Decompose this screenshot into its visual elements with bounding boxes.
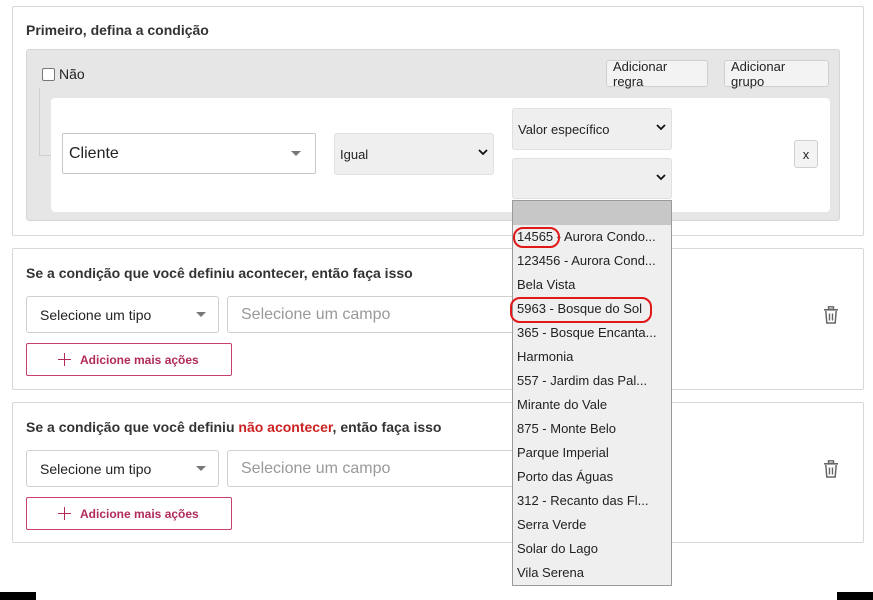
trash-icon[interactable] [823,306,839,324]
plus-icon [58,507,71,520]
operator-value: Igual [340,146,369,162]
add-actions-button[interactable]: Adicione mais ações [26,343,232,376]
action-field-placeholder: Selecione um campo [241,305,391,323]
add-rule-button[interactable]: Adicionar regra [606,59,708,89]
else-title-prefix: Se a condição que você definiu [26,419,239,435]
dropdown-option[interactable]: Solar do Lago [513,537,671,561]
not-label: Não [59,66,85,82]
else-title-highlight: não acontecer [238,419,333,435]
checkbox-box[interactable] [42,67,55,81]
action-type-select[interactable]: Selecione um tipo [26,296,219,333]
dropdown-option[interactable]: 312 - Recanto das Fl... [513,489,671,513]
dropdown-option[interactable]: Harmonia [513,345,671,369]
annotation-circle [510,297,652,323]
else-title: Se a condição que você definiu não acont… [26,419,441,435]
dropdown-option[interactable]: Serra Verde [513,513,671,537]
dropdown-option[interactable]: 875 - Monte Belo [513,417,671,441]
dropdown-option[interactable]: Vila Serena [513,561,671,585]
dropdown-option[interactable]: Parque Imperial [513,441,671,465]
not-checkbox[interactable]: Não [42,66,85,82]
chevron-down-icon [656,172,666,182]
action-field-input[interactable]: Selecione um campo [227,450,517,487]
add-actions-button[interactable]: Adicione mais ações [26,497,232,530]
value-type-select[interactable]: Valor específico [512,108,672,150]
remove-rule-button[interactable]: x [794,140,818,168]
then-panel: Se a condição que você definiu acontecer… [12,248,864,390]
add-actions-label: Adicione mais ações [80,352,199,367]
field-select-value: Cliente [69,144,119,162]
dropdown-options: 14565 - Aurora Condo... 123456 - Aurora C… [513,225,671,585]
chevron-down-icon [656,122,666,132]
screen-corner [837,592,873,600]
value-type-value: Valor específico [518,121,610,137]
dropdown-option[interactable]: 557 - Jardim das Pal... [513,369,671,393]
dropdown-option[interactable]: Bela Vista [513,273,671,297]
dropdown-option[interactable]: Mirante do Vale [513,393,671,417]
dropdown-option-empty[interactable] [513,201,671,225]
action-field-placeholder: Selecione um campo [241,459,391,477]
field-select[interactable]: Cliente [62,133,316,174]
action-type-placeholder: Selecione um tipo [40,460,152,477]
value-select[interactable] [512,158,672,199]
dropdown-option[interactable]: 123456 - Aurora Cond... [513,249,671,273]
action-type-placeholder: Selecione um tipo [40,306,152,323]
caret-down-icon [196,465,206,471]
trash-icon[interactable] [823,460,839,478]
then-title: Se a condição que você definiu acontecer… [26,265,413,281]
annotation-circle [513,227,560,248]
action-type-select[interactable]: Selecione um tipo [26,450,219,487]
else-panel: Se a condição que você definiu não acont… [12,402,864,543]
dropdown-option[interactable]: Porto das Águas [513,465,671,489]
add-actions-label: Adicione mais ações [80,506,199,521]
operator-select[interactable]: Igual [334,133,494,175]
dropdown-option[interactable]: 365 - Bosque Encanta... [513,321,671,345]
plus-icon [58,353,71,366]
else-title-suffix: , então faça isso [332,419,442,435]
rule-row: Cliente Igual Valor específico x [51,98,830,212]
chevron-down-icon [478,147,488,157]
condition-title: Primeiro, defina a condição [26,22,209,38]
caret-down-icon [291,150,301,156]
value-dropdown-list[interactable]: 14565 - Aurora Condo... 123456 - Aurora C… [512,200,672,586]
action-field-input[interactable]: Selecione um campo [227,296,517,333]
rule-group: Não Adicionar regra Adicionar grupo Clie… [26,49,840,221]
add-group-button[interactable]: Adicionar grupo [724,59,829,89]
screen-corner [0,592,36,600]
tree-connector [39,88,51,156]
caret-down-icon [196,311,206,317]
condition-panel: Primeiro, defina a condição Não Adiciona… [12,6,864,236]
